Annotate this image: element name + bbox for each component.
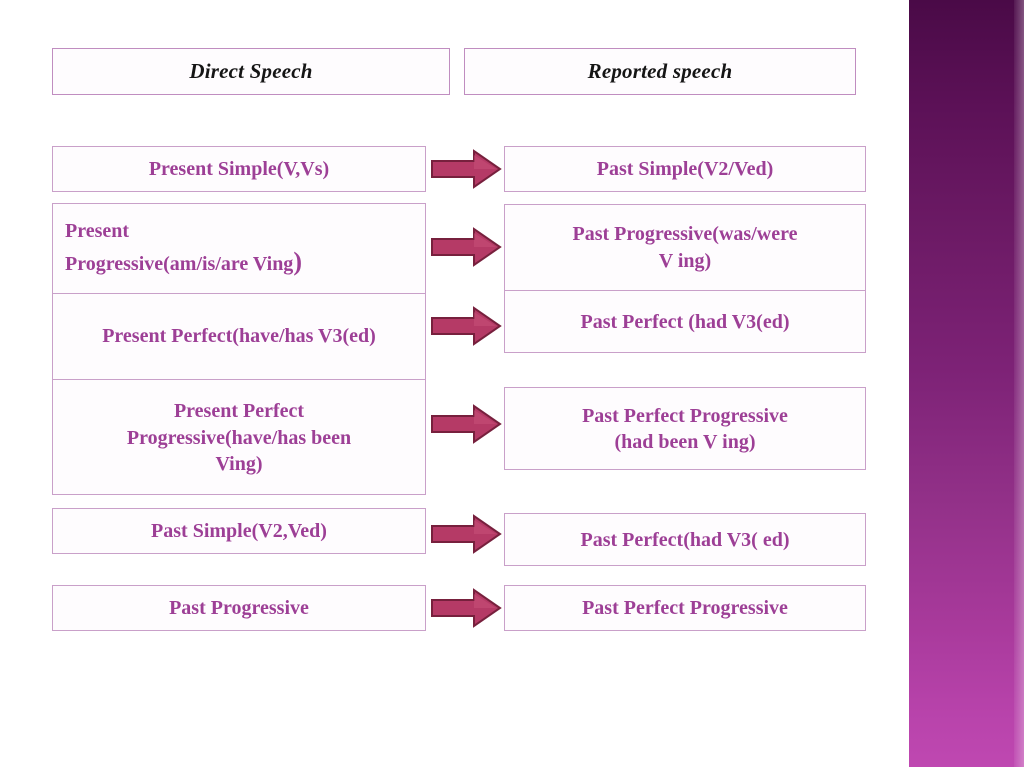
left-row-3-label: Present Perfect(have/has V3(ed) xyxy=(102,325,376,348)
right-row-2-line-2: V ing) xyxy=(658,249,712,272)
right-row-4-line-2: (had been V ing) xyxy=(614,430,756,453)
left-row-2: Present Progressive(am/is/are Ving) xyxy=(53,204,425,294)
left-row-4-line-2: Progressive(have/has been xyxy=(126,426,352,449)
left-rows-2-4-group: Present Progressive(am/is/are Ving) Pres… xyxy=(52,203,426,495)
right-row-5: Past Perfect(had V3( ed) xyxy=(504,513,866,566)
right-block-arrow-icon-3 xyxy=(430,305,502,347)
left-row-4-line-3: Ving) xyxy=(215,453,263,476)
left-row-1: Present Simple(V,Vs) xyxy=(52,146,426,192)
right-row-6: Past Perfect Progressive xyxy=(504,585,866,631)
right-row-2: Past Progressive(was/were V ing) xyxy=(505,205,865,291)
left-row-3: Present Perfect(have/has V3(ed) xyxy=(53,294,425,380)
left-row-2-closing-paren: ) xyxy=(293,246,302,276)
right-block-arrow-icon-5 xyxy=(430,513,502,555)
left-row-6: Past Progressive xyxy=(52,585,426,631)
left-row-5-label: Past Simple(V2,Ved) xyxy=(151,520,327,542)
right-block-arrow-icon-1 xyxy=(430,148,502,190)
left-row-2-line-1: Present xyxy=(65,220,130,243)
header-reported-speech-label: Reported speech xyxy=(587,58,733,83)
left-row-2-line-2: Progressive(am/is/are Ving xyxy=(65,252,294,275)
header-direct-speech: Direct Speech xyxy=(52,48,450,95)
header-direct-speech-label: Direct Speech xyxy=(189,58,313,83)
left-row-1-label: Present Simple(V,Vs) xyxy=(148,158,330,180)
right-row-4-line-1: Past Perfect Progressive xyxy=(582,404,788,427)
right-block-arrow-icon-4 xyxy=(430,403,502,445)
left-row-5: Past Simple(V2,Ved) xyxy=(52,508,426,554)
header-reported-speech: Reported speech xyxy=(464,48,856,95)
right-row-2-line-1: Past Progressive(was/were xyxy=(572,223,798,246)
right-row-6-label: Past Perfect Progressive xyxy=(582,597,788,619)
right-row-4: Past Perfect Progressive (had been V ing… xyxy=(504,387,866,470)
right-row-1: Past Simple(V2/Ved) xyxy=(504,146,866,192)
left-row-4-line-1: Present Perfect xyxy=(173,400,305,423)
right-block-arrow-icon-2 xyxy=(430,226,502,268)
speech-conversion-table: Direct Speech Reported speech Present Si… xyxy=(0,0,909,767)
left-row-4: Present Perfect Progressive(have/has bee… xyxy=(53,380,425,496)
right-row-3-label: Past Perfect (had V3(ed) xyxy=(580,310,790,333)
right-block-arrow-icon-6 xyxy=(430,587,502,629)
right-row-3: Past Perfect (had V3(ed) xyxy=(505,291,865,353)
right-row-5-label: Past Perfect(had V3( ed) xyxy=(580,528,790,551)
right-row-1-label: Past Simple(V2/Ved) xyxy=(596,158,774,180)
right-rows-2-3-group: Past Progressive(was/were V ing) Past Pe… xyxy=(504,204,866,353)
accent-gradient-bar xyxy=(909,0,1024,767)
left-row-6-label: Past Progressive xyxy=(169,597,309,619)
